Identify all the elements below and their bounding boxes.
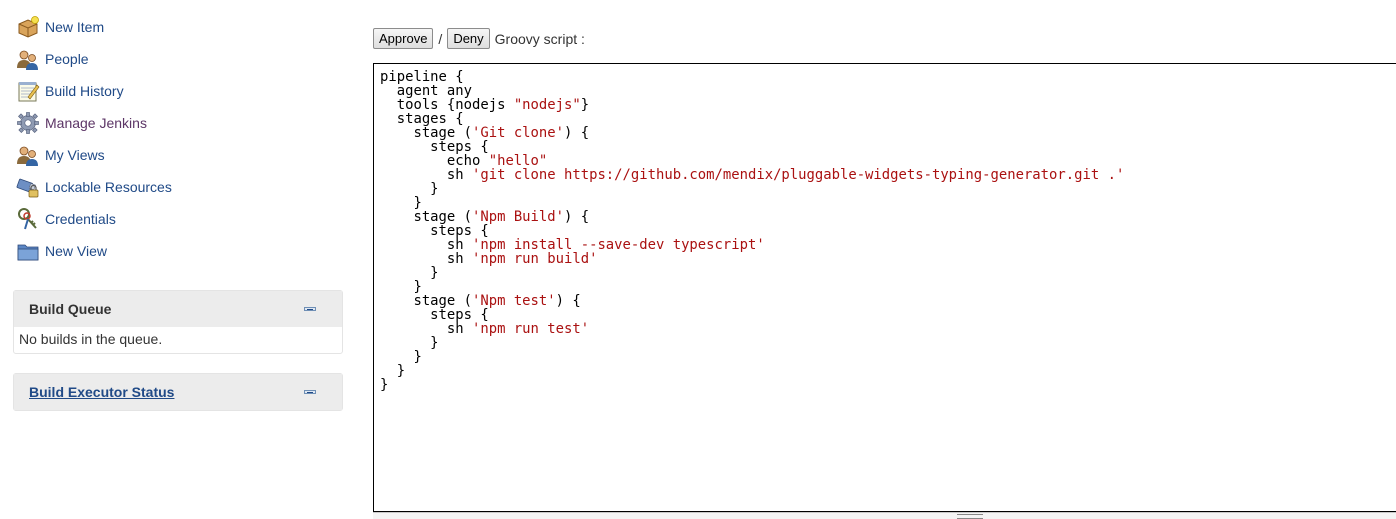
build-queue-empty-message: No builds in the queue. [19, 331, 163, 347]
code-token: ) { [564, 125, 590, 141]
textarea-resize-handle[interactable] [373, 512, 1396, 519]
collapse-icon[interactable] [304, 307, 316, 311]
code-line: steps { [380, 308, 1396, 322]
approve-button[interactable]: Approve [373, 28, 434, 49]
task-build-history[interactable]: Build History [0, 75, 360, 107]
collapse-icon[interactable] [304, 390, 316, 394]
build-queue-title: Build Queue [29, 301, 112, 317]
task-new-item[interactable]: New Item [0, 11, 360, 43]
code-string: 'npm run build' [472, 251, 598, 267]
code-line: agent any [380, 84, 1396, 98]
user-group-icon [17, 146, 38, 166]
user-group-icon [17, 50, 38, 70]
code-line: } [380, 350, 1396, 364]
task-lockable-resources[interactable]: Lockable Resources [0, 171, 360, 203]
executor-status-header: Build Executor Status [14, 374, 342, 410]
code-line: pipeline { [380, 70, 1396, 84]
code-string: 'npm run test' [472, 321, 590, 337]
code-string: "nodejs" [513, 97, 581, 113]
button-separator: / [438, 30, 443, 47]
task-label-new-view[interactable]: New View [45, 243, 107, 259]
task-people[interactable]: People [0, 43, 360, 75]
code-line: sh 'npm run test' [380, 322, 1396, 336]
code-line: tools {nodejs "nodejs"} [380, 98, 1396, 112]
code-string: 'git clone https://github.com/mendix/plu… [472, 167, 1125, 183]
code-line: steps { [380, 224, 1396, 238]
code-line: } [380, 196, 1396, 210]
code-line: steps { [380, 140, 1396, 154]
task-my-views[interactable]: My Views [0, 139, 360, 171]
code-line: stage ('Npm test') { [380, 294, 1396, 308]
code-line: } [380, 364, 1396, 378]
task-label-credentials[interactable]: Credentials [45, 211, 116, 227]
code-line: } [380, 266, 1396, 280]
code-token: } [380, 377, 389, 393]
script-approval-toolbar: Approve / Deny Groovy script : [373, 28, 585, 49]
task-label-my-views[interactable]: My Views [45, 147, 105, 163]
code-token: } [580, 97, 590, 113]
task-label-lockable-resources[interactable]: Lockable Resources [45, 179, 172, 195]
task-label-people[interactable]: People [45, 51, 89, 67]
task-label-build-history[interactable]: Build History [45, 83, 124, 99]
code-line: sh 'git clone https://github.com/mendix/… [380, 168, 1396, 182]
code-line: } [380, 336, 1396, 350]
task-label-manage-jenkins[interactable]: Manage Jenkins [45, 115, 147, 131]
code-line: stages { [380, 112, 1396, 126]
code-line: sh 'npm install --save-dev typescript' [380, 238, 1396, 252]
code-line: } [380, 280, 1396, 294]
deny-button[interactable]: Deny [447, 28, 490, 49]
code-line: sh 'npm run build' [380, 252, 1396, 266]
new-package-icon [18, 16, 39, 38]
script-code[interactable]: pipeline { agent any tools {nodejs "node… [374, 64, 1396, 398]
executor-status-pane: Build Executor Status [13, 373, 343, 411]
code-line: echo "hello" [380, 154, 1396, 168]
code-line: stage ('Npm Build') { [380, 210, 1396, 224]
groovy-script-textarea[interactable]: pipeline { agent any tools {nodejs "node… [373, 63, 1396, 512]
build-queue-header: Build Queue [14, 291, 342, 327]
gear-icon [17, 112, 39, 134]
executor-status-link[interactable]: Build Executor Status [29, 384, 174, 400]
task-credentials[interactable]: Credentials [0, 203, 360, 235]
task-label-new-item[interactable]: New Item [45, 19, 104, 35]
task-new-view[interactable]: New View [0, 235, 360, 267]
task-manage-jenkins[interactable]: Manage Jenkins [0, 107, 360, 139]
build-queue-pane: Build Queue No builds in the queue. [13, 290, 343, 354]
folder-icon [17, 244, 39, 261]
code-token: ) { [564, 209, 590, 225]
code-line: } [380, 378, 1396, 392]
groovy-script-label: Groovy script : [494, 30, 585, 47]
keys-icon [18, 208, 37, 230]
code-token: ) { [555, 293, 581, 309]
usb-lock-icon [16, 178, 39, 198]
code-line: stage ('Git clone') { [380, 126, 1396, 140]
sidebar-tasks: New Item People Build History Manage Jen… [0, 11, 360, 267]
notepad-icon [18, 82, 40, 102]
code-line: } [380, 182, 1396, 196]
